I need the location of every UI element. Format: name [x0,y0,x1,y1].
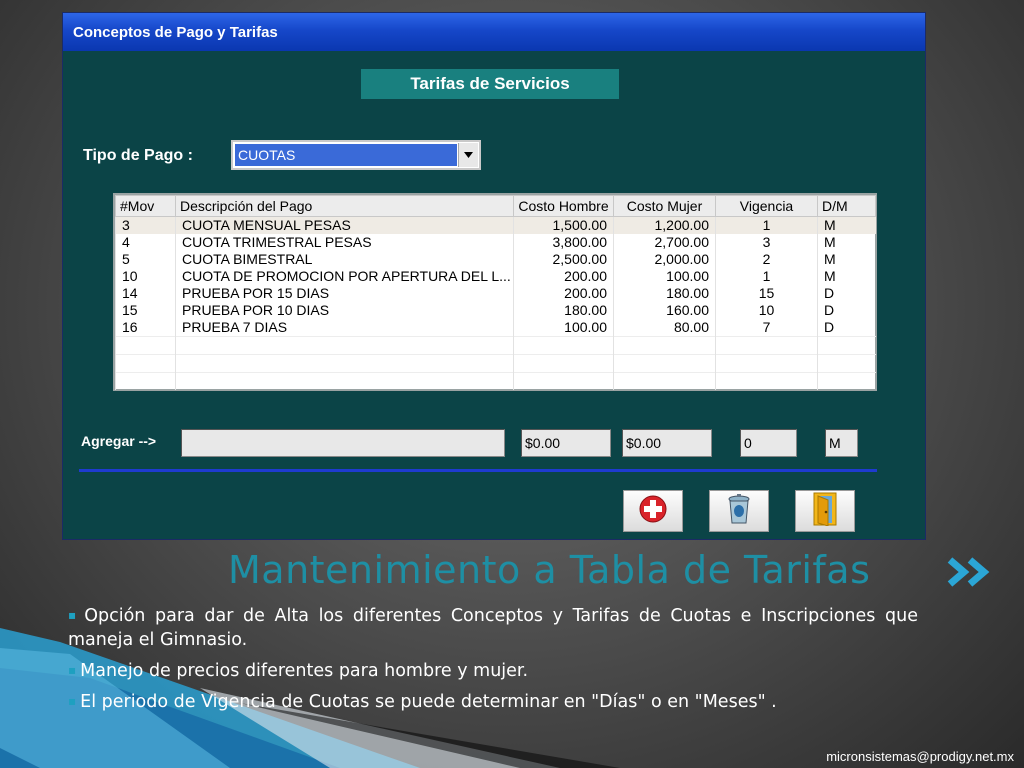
table-cell: 200.00 [513,268,614,285]
footer-email: micronsistemas@prodigy.net.mx [826,749,1014,764]
table-cell: PRUEBA 7 DIAS [175,319,514,337]
table-cell: 80.00 [613,319,716,337]
table-cell: 5 [115,251,176,268]
table-cell: 1 [715,216,818,234]
table-cell: M [817,216,876,234]
window-title: Conceptos de Pago y Tarifas [73,23,278,41]
costo-hombre-input[interactable]: $0.00 [521,429,611,457]
table-cell: CUOTA TRIMESTRAL PESAS [175,234,514,251]
bullet-item: ▪ Opción para dar de Alta los diferentes … [68,606,918,650]
window-client: Tarifas de Servicios Tipo de Pago : CUOT… [67,51,921,535]
add-icon [638,494,668,528]
empty-row [115,372,876,390]
costo-mujer-input[interactable]: $0.00 [622,429,712,457]
table-cell: 16 [115,319,176,337]
table-cell: 7 [715,319,818,337]
delete-button[interactable] [709,490,769,532]
tipo-pago-label: Tipo de Pago : [83,147,193,164]
table-cell: 14 [115,285,176,302]
table-cell: CUOTA DE PROMOCION POR APERTURA DEL L... [175,268,514,285]
table-row[interactable]: 15 PRUEBA POR 10 DIAS 180.00 160.00 10 D [115,302,876,319]
table-cell: D [817,319,876,337]
column-header[interactable]: #Mov [115,195,176,217]
dm-input[interactable]: M [825,429,858,457]
table-cell: 180.00 [613,285,716,302]
descripcion-input[interactable] [181,429,505,457]
table-cell: 3,800.00 [513,234,614,251]
table-cell: 10 [115,268,176,285]
table-row[interactable]: 3 CUOTA MENSUAL PESAS 1,500.00 1,200.00 1 M [115,216,876,234]
table-row[interactable]: 14 PRUEBA POR 15 DIAS 200.00 180.00 15 D [115,285,876,302]
table-cell: 2,500.00 [513,251,614,268]
table-cell: 100.00 [513,319,614,337]
exit-door-icon [811,492,839,530]
tipo-pago-value: CUOTAS [235,144,457,166]
table-header-row: #Mov Descripción del Pago Costo Hombre C… [115,195,876,217]
empty-row [115,354,876,373]
column-header[interactable]: Costo Mujer [613,195,716,217]
table-cell: M [817,251,876,268]
table-cell: CUOTA MENSUAL PESAS [175,216,514,234]
table-cell: PRUEBA POR 15 DIAS [175,285,514,302]
table-row[interactable]: 16 PRUEBA 7 DIAS 100.00 80.00 7 D [115,319,876,337]
column-header[interactable]: Descripción del Pago [175,195,514,217]
table-cell: 160.00 [613,302,716,319]
table-cell: 15 [115,302,176,319]
table-cell: 3 [715,234,818,251]
section-header: Tarifas de Servicios [361,69,619,99]
table-cell: 10 [715,302,818,319]
vigencia-input[interactable]: 0 [740,429,797,457]
column-header[interactable]: Vigencia [715,195,818,217]
column-header[interactable]: D/M [817,195,876,217]
bullet-item: ▪ El periodo de Vigencia de Cuotas se pue… [68,692,777,712]
table-row[interactable]: 4 CUOTA TRIMESTRAL PESAS 3,800.00 2,700.00 3… [115,234,876,251]
table-cell: D [817,302,876,319]
table-cell: 2,700.00 [613,234,716,251]
table-cell: 1,200.00 [613,216,716,234]
trash-icon [724,493,754,529]
table-cell: M [817,234,876,251]
add-button[interactable] [623,490,683,532]
slide-title: Mantenimiento a Tabla de Tarifas [228,548,871,592]
table-cell: 15 [715,285,818,302]
app-window: Conceptos de Pago y Tarifas Tarifas de S… [62,12,926,540]
table-cell: 3 [115,216,176,234]
chevron-down-icon[interactable] [458,143,478,167]
double-chevron-right-icon [946,556,994,592]
window-titlebar[interactable]: Conceptos de Pago y Tarifas [63,13,925,51]
exit-button[interactable] [795,490,855,532]
table-row[interactable]: 5 CUOTA BIMESTRAL 2,500.00 2,000.00 2 M [115,251,876,268]
bullet-icon: ▪ [68,663,77,677]
bullet-list: ▪ Opción para dar de Alta los diferentes … [68,603,918,720]
separator-line [79,469,877,472]
tipo-pago-select[interactable]: CUOTAS [231,140,481,170]
table-cell: 2,000.00 [613,251,716,268]
table-cell: 200.00 [513,285,614,302]
bullet-icon: ▪ [68,694,77,708]
table-cell: M [817,268,876,285]
table-cell: PRUEBA POR 10 DIAS [175,302,514,319]
table-cell: 2 [715,251,818,268]
table-cell: 1,500.00 [513,216,614,234]
empty-row [115,336,876,355]
table-cell: 1 [715,268,818,285]
bullet-item: ▪ Manejo de precios diferentes para hombr… [68,661,529,681]
table-cell: CUOTA BIMESTRAL [175,251,514,268]
tarifas-table: #Mov Descripción del Pago Costo Hombre C… [113,193,877,391]
table-cell: 100.00 [613,268,716,285]
table-cell: D [817,285,876,302]
bullet-icon: ▪ [68,608,81,622]
column-header[interactable]: Costo Hombre [513,195,614,217]
agregar-label: Agregar --> [81,433,157,449]
table-cell: 180.00 [513,302,614,319]
table-row[interactable]: 10 CUOTA DE PROMOCION POR APERTURA DEL L.… [115,268,876,285]
table-cell: 4 [115,234,176,251]
